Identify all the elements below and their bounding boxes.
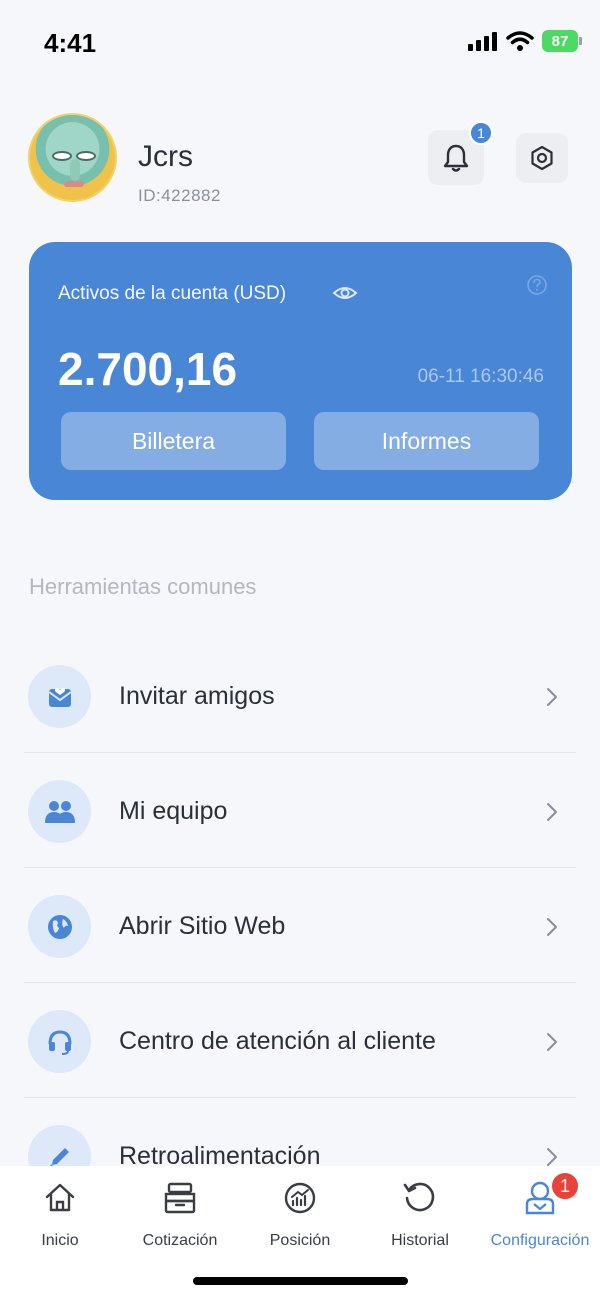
tool-my-team[interactable]: Mi equipo — [24, 753, 576, 868]
headset-icon — [28, 1010, 91, 1073]
tool-label: Centro de atención al cliente — [119, 1027, 436, 1055]
avatar[interactable] — [28, 113, 117, 202]
tab-position[interactable]: Posición — [240, 1178, 360, 1250]
chevron-right-icon — [547, 1148, 557, 1166]
balance-timestamp: 06-11 16:30:46 — [417, 366, 544, 387]
settings-button[interactable] — [516, 133, 568, 183]
tool-open-website[interactable]: Abrir Sitio Web — [24, 868, 576, 983]
section-title: Herramientas comunes — [29, 574, 257, 599]
home-icon — [45, 1183, 75, 1212]
help-icon[interactable] — [526, 274, 548, 296]
chevron-right-icon — [547, 688, 557, 706]
tab-settings[interactable]: Configuración — [480, 1178, 600, 1250]
invite-icon — [28, 665, 91, 728]
chevron-right-icon — [547, 918, 557, 936]
tab-label: Posición — [269, 1232, 331, 1249]
status-indicators: 87 — [468, 30, 582, 52]
tool-customer-service[interactable]: Centro de atención al cliente — [24, 983, 576, 1098]
tab-label: Historial — [391, 1232, 449, 1249]
tab-history[interactable]: Historial — [360, 1178, 480, 1250]
globe-icon — [28, 895, 91, 958]
status-bar: 4:41 87 — [0, 0, 600, 88]
tab-label: Configuración — [490, 1232, 590, 1249]
history-icon — [403, 1182, 435, 1212]
tab-quote[interactable]: Cotización — [120, 1178, 240, 1250]
home-indicator — [193, 1277, 408, 1285]
settings-tab-badge: 1 — [550, 1171, 580, 1201]
tool-label: Invitar amigos — [119, 682, 275, 710]
tool-invite-friends[interactable]: Invitar amigos — [24, 638, 576, 753]
tool-label: Mi equipo — [119, 797, 228, 825]
eye-icon[interactable] — [332, 282, 358, 304]
account-balance: 2.700,16 — [58, 343, 238, 395]
status-time: 4:41 — [44, 28, 97, 58]
user-name: Jcrs — [138, 140, 193, 173]
battery-level: 87 — [551, 32, 569, 50]
notification-badge: 1 — [469, 121, 493, 145]
account-assets-label: Activos de la cuenta (USD) — [58, 283, 287, 304]
quote-icon — [164, 1182, 196, 1214]
team-icon — [28, 780, 91, 843]
wallet-button[interactable]: Billetera — [61, 412, 286, 470]
battery-indicator: 87 — [542, 30, 582, 52]
hexagon-settings-icon — [531, 145, 553, 171]
tab-home[interactable]: Inicio — [0, 1178, 120, 1250]
position-icon — [284, 1182, 316, 1214]
signal-icon — [468, 32, 497, 51]
account-assets-card: Activos de la cuenta (USD) 2.700,16 06-1… — [29, 242, 572, 500]
chevron-right-icon — [547, 1033, 557, 1051]
tool-label: Abrir Sitio Web — [119, 912, 286, 940]
tab-label: Inicio — [41, 1232, 79, 1249]
tab-label: Cotización — [142, 1232, 218, 1249]
chevron-right-icon — [547, 803, 557, 821]
user-id: ID:422882 — [138, 186, 221, 205]
wifi-icon — [506, 31, 534, 51]
reports-button[interactable]: Informes — [314, 412, 539, 470]
bell-icon — [443, 144, 469, 172]
tools-list: Invitar amigos Mi equipo Abrir Sitio Web — [24, 638, 576, 1213]
